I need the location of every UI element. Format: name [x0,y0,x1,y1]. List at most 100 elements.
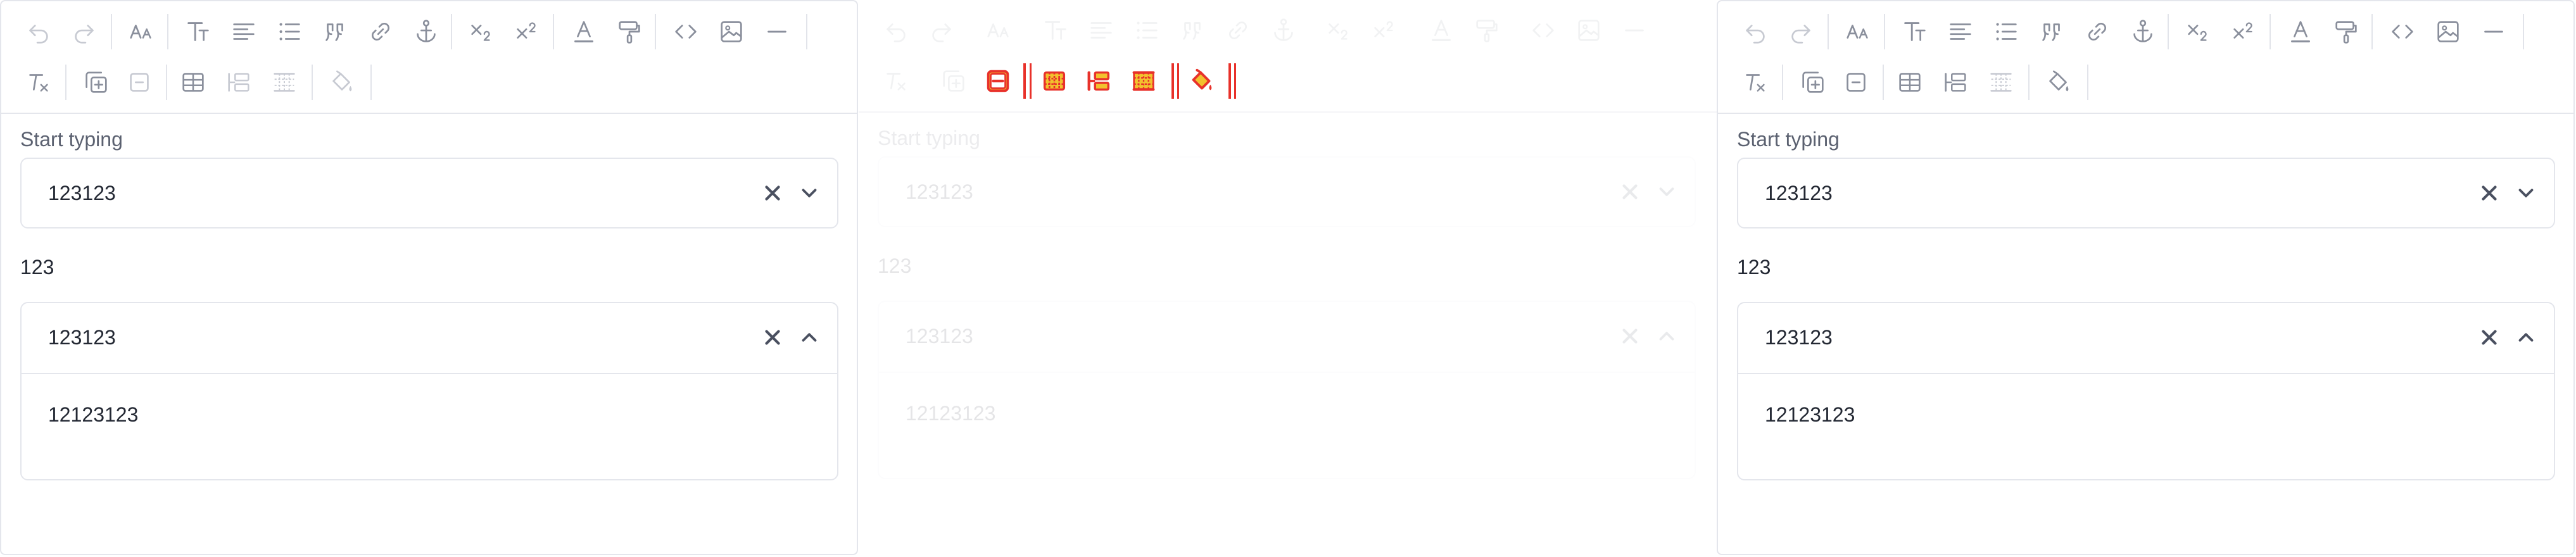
link-icon[interactable] [363,14,398,49]
table-grid-icon[interactable] [1983,65,2019,100]
select-value[interactable]: 123123 [906,180,973,204]
editor-text[interactable]: 123 [20,256,54,279]
insert-row-icon[interactable] [221,65,256,100]
subscript-icon[interactable] [1322,13,1357,48]
code-icon[interactable] [1525,13,1561,48]
fill-color-icon[interactable] [324,65,360,100]
table-grid-icon[interactable] [267,65,302,100]
format-painter-icon[interactable] [612,14,647,49]
chevron-up-icon[interactable] [1650,320,1683,353]
toolbar-divider [1177,63,1179,99]
clear-icon[interactable] [2473,177,2506,210]
select-field-open[interactable]: 123123 12123123 [1737,302,2555,480]
subscript-icon[interactable] [2181,14,2216,49]
chevron-up-icon[interactable] [793,321,826,354]
clear-fill-icon[interactable] [1184,63,1220,99]
font-size-icon[interactable] [1841,14,1876,49]
image-icon[interactable] [1571,13,1607,48]
text-style-icon[interactable] [180,14,216,49]
horizontal-rule-icon[interactable] [2476,14,2511,49]
select-value[interactable]: 123123 [48,182,116,205]
bullet-list-icon[interactable] [1988,14,2024,49]
align-icon[interactable] [226,14,262,49]
table-icon[interactable] [175,65,211,100]
dropdown-option[interactable]: 12123123 [48,403,138,427]
clear-formatting-icon[interactable] [21,65,56,100]
chevron-down-icon[interactable] [793,177,826,210]
select-field[interactable]: 123123 [1737,158,2555,228]
clear-formatting-icon[interactable] [1738,65,1773,100]
clear-icon[interactable] [1613,320,1646,353]
font-color-icon[interactable] [2283,14,2318,49]
horizontal-rule-icon[interactable] [1617,13,1652,48]
subscript-icon[interactable] [464,14,500,49]
horizontal-rule-icon[interactable] [759,14,795,49]
superscript-icon[interactable] [510,14,545,49]
select-field[interactable]: 123123 [878,156,1696,227]
link-icon[interactable] [1220,13,1256,48]
split-cells-icon[interactable] [1126,63,1161,99]
remove-block-icon[interactable] [1838,65,1874,100]
select-value[interactable]: 123123 [1765,326,1833,349]
bullet-list-icon[interactable] [272,14,307,49]
image-icon[interactable] [2430,14,2466,49]
delete-column-icon[interactable] [1037,63,1072,99]
select-value[interactable]: 123123 [906,325,973,348]
code-icon[interactable] [668,14,704,49]
format-painter-icon[interactable] [1469,13,1505,48]
merge-cells-icon[interactable] [1081,63,1116,99]
font-size-icon[interactable] [124,14,160,49]
remove-block-icon[interactable] [122,65,157,100]
redo-icon[interactable] [1783,14,1819,49]
align-icon[interactable] [1083,13,1119,48]
font-size-icon[interactable] [982,13,1017,48]
code-icon[interactable] [2385,14,2420,49]
align-icon[interactable] [1943,14,1978,49]
delete-row-icon[interactable] [980,63,1016,99]
add-block-icon[interactable] [936,63,971,99]
table-icon[interactable] [1892,65,1928,100]
format-painter-icon[interactable] [2328,14,2364,49]
dropdown-option[interactable]: 12123123 [1765,403,1855,427]
editor-text[interactable]: 123 [1737,256,1771,279]
chevron-down-icon[interactable] [1650,175,1683,208]
anchor-icon[interactable] [408,14,444,49]
clear-formatting-icon[interactable] [878,63,914,99]
redo-icon[interactable] [924,13,959,48]
dropdown-option[interactable]: 12123123 [906,402,995,425]
superscript-icon[interactable] [1367,13,1403,48]
text-style-icon[interactable] [1038,13,1073,48]
anchor-icon[interactable] [2125,14,2161,49]
select-value[interactable]: 123123 [48,326,116,349]
blockquote-icon[interactable] [317,14,353,49]
clear-icon[interactable] [756,177,789,210]
insert-row-icon[interactable] [1938,65,1973,100]
link-icon[interactable] [2080,14,2115,49]
select-field[interactable]: 123123 [20,158,838,228]
select-value[interactable]: 123123 [1765,182,1833,205]
undo-icon[interactable] [1738,14,1773,49]
text-style-icon[interactable] [1897,14,1933,49]
chevron-up-icon[interactable] [2510,321,2542,354]
superscript-icon[interactable] [2226,14,2262,49]
fill-color-icon[interactable] [2041,65,2076,100]
font-color-icon[interactable] [1424,13,1459,48]
bullet-list-icon[interactable] [1129,13,1165,48]
select-field-open[interactable]: 123123 12123123 [878,301,1696,479]
clear-icon[interactable] [1613,175,1646,208]
chevron-down-icon[interactable] [2510,177,2542,210]
image-icon[interactable] [714,14,749,49]
add-block-icon[interactable] [1795,65,1831,100]
editor-text[interactable]: 123 [878,254,911,278]
blockquote-icon[interactable] [2034,14,2069,49]
font-color-icon[interactable] [566,14,602,49]
clear-icon[interactable] [756,321,789,354]
undo-icon[interactable] [878,13,914,48]
clear-icon[interactable] [2473,321,2506,354]
undo-icon[interactable] [21,14,56,49]
redo-icon[interactable] [66,14,102,49]
select-field-open[interactable]: 123123 12123123 [20,302,838,480]
anchor-icon[interactable] [1266,13,1301,48]
add-block-icon[interactable] [79,65,114,100]
blockquote-icon[interactable] [1175,13,1210,48]
